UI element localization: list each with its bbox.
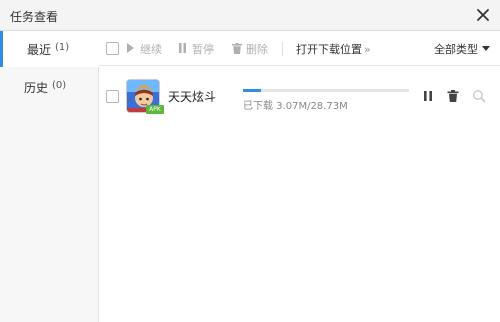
- trash-icon: [232, 43, 242, 54]
- pause-icon: [424, 91, 432, 101]
- progress-fill: [243, 89, 261, 92]
- open-location-button[interactable]: 打开下载位置»: [296, 41, 371, 57]
- sidebar-item-label: 历史: [24, 81, 49, 95]
- play-icon: [127, 43, 134, 53]
- continue-label: 继续: [140, 43, 162, 56]
- open-location-label: 打开下载位置: [296, 43, 362, 56]
- double-chevron-right-icon: »: [364, 43, 371, 56]
- sidebar-item-label: 最近: [27, 43, 52, 57]
- delete-label: 删除: [246, 43, 268, 56]
- window-title: 任务查看: [10, 10, 59, 24]
- sidebar-item-recent[interactable]: 最近 (1): [0, 31, 100, 67]
- search-icon[interactable]: [472, 89, 486, 103]
- delete-task-button[interactable]: [446, 89, 460, 103]
- progress-bar: [243, 89, 409, 92]
- pause-task-button[interactable]: [421, 89, 435, 103]
- close-icon[interactable]: [474, 6, 492, 24]
- sidebar-item-count: (0): [52, 80, 67, 91]
- type-filter-dropdown[interactable]: 全部类型: [434, 41, 490, 57]
- toolbar-divider: [282, 42, 283, 56]
- task-name: 天天炫斗: [168, 90, 217, 104]
- sidebar: 最近 (1) 历史 (0): [0, 31, 100, 322]
- sidebar-item-history[interactable]: 历史 (0): [0, 69, 99, 105]
- toolbar: 继续 暂停 删除 打开下载位置» 全部类型: [99, 31, 500, 66]
- task-row[interactable]: APK 天天炫斗 已下载 3.07M/28.73M: [99, 67, 500, 127]
- progress-text: 已下载 3.07M/28.73M: [243, 101, 348, 112]
- select-all-checkbox[interactable]: [106, 42, 119, 55]
- pause-icon: [179, 43, 186, 53]
- apk-badge: APK: [146, 105, 164, 114]
- type-filter-label: 全部类型: [434, 43, 478, 56]
- pause-label: 暂停: [192, 43, 214, 56]
- sidebar-item-count: (1): [55, 42, 70, 53]
- caret-down-icon: [482, 46, 490, 51]
- task-checkbox[interactable]: [106, 90, 119, 103]
- trash-icon: [447, 90, 459, 102]
- title-bar: 任务查看: [0, 0, 500, 31]
